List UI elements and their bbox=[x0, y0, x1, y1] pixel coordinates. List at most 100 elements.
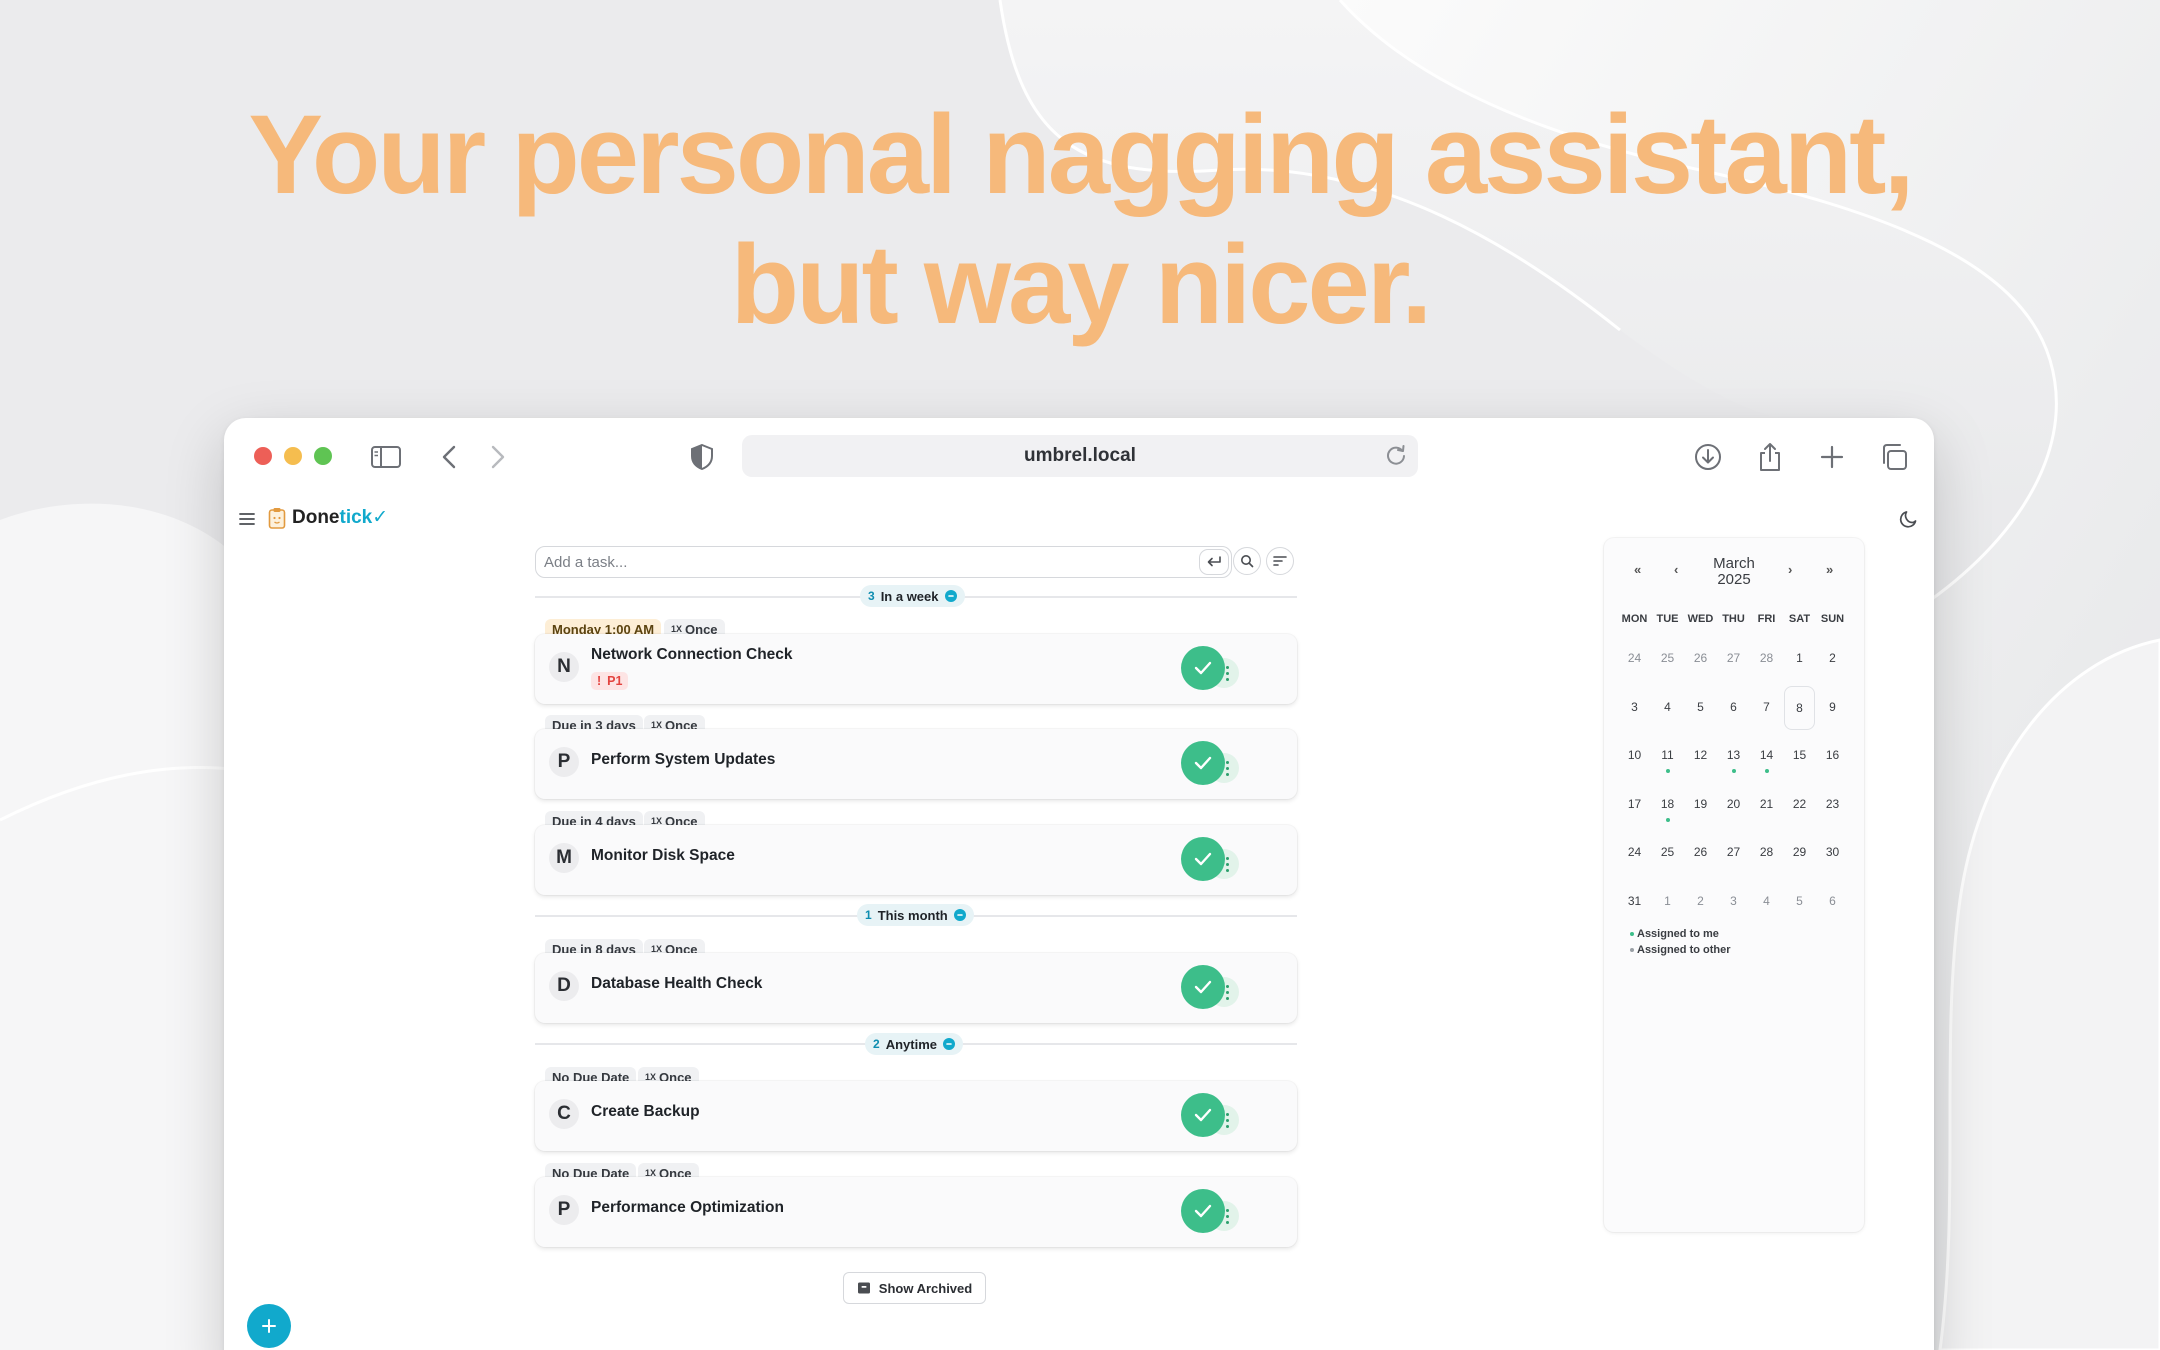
calendar-day[interactable]: 5 bbox=[1684, 684, 1717, 733]
search-icon[interactable] bbox=[1233, 547, 1261, 575]
calendar-day[interactable]: 24 bbox=[1618, 635, 1651, 684]
hamburger-menu-icon[interactable] bbox=[236, 508, 258, 530]
task-card[interactable]: P Perform System Updates bbox=[535, 729, 1297, 799]
calendar-day[interactable]: 30 bbox=[1816, 829, 1849, 878]
calendar-day[interactable]: 9 bbox=[1816, 684, 1849, 733]
share-icon[interactable] bbox=[1753, 440, 1787, 474]
calendar-day[interactable]: 23 bbox=[1816, 781, 1849, 830]
enter-icon[interactable] bbox=[1199, 549, 1229, 575]
calendar-day[interactable]: 6 bbox=[1816, 878, 1849, 927]
calendar-day[interactable]: 13 bbox=[1717, 732, 1750, 781]
next-year-button[interactable]: » bbox=[1826, 562, 1833, 577]
calendar-day[interactable]: 20 bbox=[1717, 781, 1750, 830]
calendar-day[interactable]: 27 bbox=[1717, 635, 1750, 684]
complete-task-button[interactable] bbox=[1181, 646, 1225, 690]
calendar-day[interactable]: 15 bbox=[1783, 732, 1816, 781]
group-header-in-a-week[interactable]: 3 In a week bbox=[860, 585, 965, 607]
add-task-placeholder: Add a task... bbox=[544, 553, 628, 571]
calendar-day[interactable]: 2 bbox=[1816, 635, 1849, 684]
calendar-day-number: 5 bbox=[1796, 893, 1803, 908]
calendar-day[interactable]: 16 bbox=[1816, 732, 1849, 781]
task-card[interactable]: M Monitor Disk Space bbox=[535, 825, 1297, 895]
calendar-day-number: 25 bbox=[1660, 845, 1675, 859]
task-card[interactable]: N Network Connection Check ! P1 bbox=[535, 634, 1297, 704]
complete-task-button[interactable] bbox=[1181, 741, 1225, 785]
task-card[interactable]: P Performance Optimization bbox=[535, 1177, 1297, 1247]
more-vertical-icon bbox=[1225, 1112, 1229, 1128]
tabs-overview-icon[interactable] bbox=[1877, 440, 1911, 474]
group-label: Anytime bbox=[885, 1036, 937, 1052]
calendar-day[interactable]: 12 bbox=[1684, 732, 1717, 781]
add-task-fab[interactable] bbox=[247, 1304, 291, 1348]
complete-task-button[interactable] bbox=[1181, 1093, 1225, 1137]
calendar-day[interactable]: 28 bbox=[1750, 635, 1783, 684]
calendar-day[interactable]: 22 bbox=[1783, 781, 1816, 830]
calendar-day[interactable]: 3 bbox=[1717, 878, 1750, 927]
collapse-icon[interactable] bbox=[953, 909, 966, 921]
calendar-day[interactable]: 28 bbox=[1750, 829, 1783, 878]
zoom-window-button[interactable] bbox=[314, 447, 332, 465]
calendar-day[interactable]: 19 bbox=[1684, 781, 1717, 830]
calendar-day-number: 22 bbox=[1792, 796, 1807, 811]
calendar-day[interactable]: 24 bbox=[1618, 829, 1651, 878]
calendar-day[interactable]: 14 bbox=[1750, 732, 1783, 781]
calendar-day[interactable]: 27 bbox=[1717, 829, 1750, 878]
task-avatar: P bbox=[549, 1195, 579, 1225]
calendar-day[interactable]: 1 bbox=[1783, 635, 1816, 684]
calendar-day[interactable]: 11 bbox=[1651, 732, 1684, 781]
task-avatar: P bbox=[549, 747, 579, 777]
calendar-day[interactable]: 26 bbox=[1684, 829, 1717, 878]
complete-task-button[interactable] bbox=[1181, 837, 1225, 881]
task-title: Performance Optimization bbox=[591, 1199, 784, 1216]
task-card[interactable]: D Database Health Check bbox=[535, 953, 1297, 1023]
calendar-day[interactable]: 2 bbox=[1684, 878, 1717, 927]
shield-icon[interactable] bbox=[685, 440, 719, 474]
calendar-day[interactable]: 5 bbox=[1783, 878, 1816, 927]
add-task-input[interactable]: Add a task... bbox=[535, 546, 1232, 578]
clipboard-logo-icon bbox=[268, 507, 286, 529]
calendar-day[interactable]: 10 bbox=[1618, 732, 1651, 781]
calendar-day-number: 27 bbox=[1726, 651, 1741, 665]
forward-icon[interactable] bbox=[481, 440, 515, 474]
calendar-day[interactable]: 1 bbox=[1651, 878, 1684, 927]
new-tab-icon[interactable] bbox=[1815, 440, 1849, 474]
weekday-header: THU bbox=[1722, 613, 1745, 625]
next-month-button[interactable]: › bbox=[1788, 562, 1792, 577]
calendar-day[interactable]: 26 bbox=[1684, 635, 1717, 684]
collapse-icon[interactable] bbox=[944, 590, 957, 602]
complete-task-button[interactable] bbox=[1181, 965, 1225, 1009]
more-vertical-icon bbox=[1225, 1208, 1229, 1224]
calendar-day[interactable]: 7 bbox=[1750, 684, 1783, 733]
group-header-this-month[interactable]: 1 This month bbox=[857, 904, 974, 926]
dark-mode-toggle-icon[interactable] bbox=[1898, 508, 1920, 530]
task-indicator-dot bbox=[1764, 769, 1769, 773]
group-count: 2 bbox=[873, 1037, 880, 1051]
task-card[interactable]: C Create Backup bbox=[535, 1081, 1297, 1151]
sidebar-icon[interactable] bbox=[369, 440, 403, 474]
calendar-day[interactable]: 6 bbox=[1717, 684, 1750, 733]
group-header-anytime[interactable]: 2 Anytime bbox=[865, 1033, 963, 1055]
show-archived-button[interactable]: Show Archived bbox=[843, 1272, 986, 1304]
back-icon[interactable] bbox=[432, 440, 466, 474]
download-icon[interactable] bbox=[1691, 440, 1725, 474]
calendar-day[interactable]: 4 bbox=[1750, 878, 1783, 927]
calendar-day[interactable]: 3 bbox=[1618, 684, 1651, 733]
calendar-day[interactable]: 25 bbox=[1651, 635, 1684, 684]
calendar-day[interactable]: 18 bbox=[1651, 781, 1684, 830]
complete-task-button[interactable] bbox=[1181, 1189, 1225, 1233]
calendar-day-today[interactable]: 8 bbox=[1784, 685, 1815, 730]
collapse-icon[interactable] bbox=[942, 1038, 955, 1050]
sort-icon[interactable] bbox=[1266, 547, 1294, 575]
close-window-button[interactable] bbox=[254, 447, 272, 465]
calendar-day[interactable]: 21 bbox=[1750, 781, 1783, 830]
calendar-day[interactable]: 25 bbox=[1651, 829, 1684, 878]
reload-icon[interactable] bbox=[1384, 443, 1408, 473]
calendar-day[interactable]: 31 bbox=[1618, 878, 1651, 927]
calendar-day[interactable]: 29 bbox=[1783, 829, 1816, 878]
app-logo[interactable]: Donetick✓ bbox=[268, 506, 388, 529]
calendar-day[interactable]: 17 bbox=[1618, 781, 1651, 830]
task-title: Perform System Updates bbox=[591, 751, 776, 768]
minimize-window-button[interactable] bbox=[284, 447, 302, 465]
url-bar[interactable]: umbrel.local bbox=[742, 435, 1418, 477]
calendar-day[interactable]: 4 bbox=[1651, 684, 1684, 733]
